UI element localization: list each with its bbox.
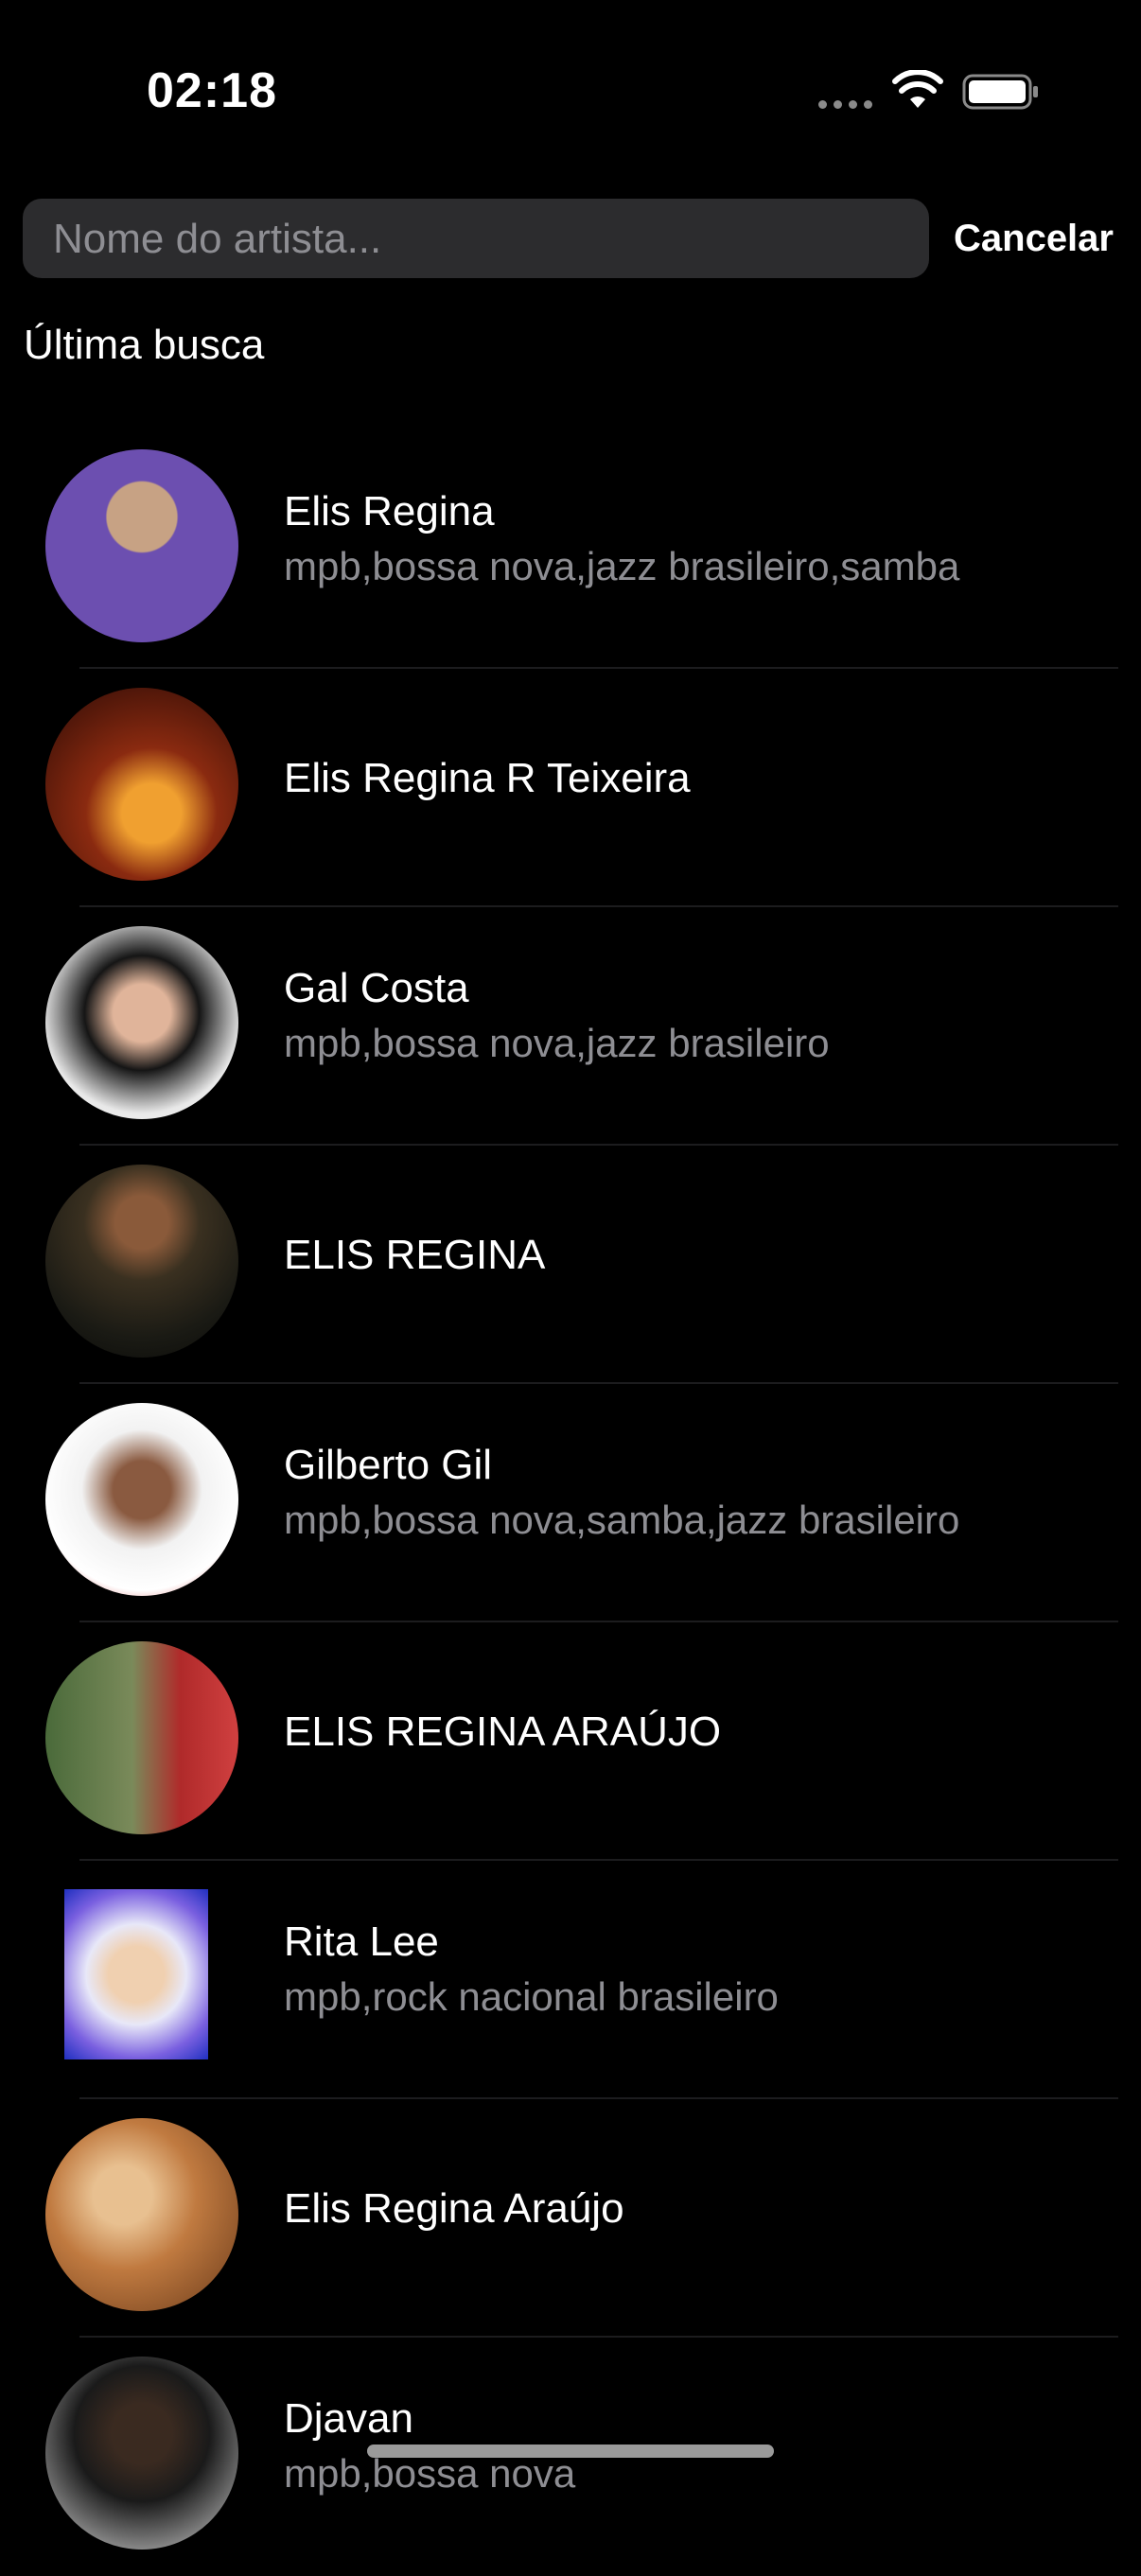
artist-genres: mpb,rock nacional brasileiro [284, 1974, 779, 2019]
artist-avatar [45, 688, 238, 881]
artist-genres: mpb,bossa nova,samba,jazz brasileiro [284, 1498, 960, 1542]
artist-row[interactable]: Elis Regina R Teixeira [0, 669, 1141, 907]
artist-name: Djavan [284, 2395, 413, 2442]
search-field[interactable] [23, 199, 929, 280]
section-title: Última busca [24, 322, 265, 368]
cancel-button[interactable]: Cancelar [954, 210, 1114, 267]
signal-dots-icon [818, 100, 872, 109]
artist-name: Elis Regina R Teixeira [284, 755, 691, 801]
artist-avatar [64, 1889, 208, 2059]
artist-avatar [45, 2357, 238, 2550]
artist-genres: mpb,bossa nova,jazz brasileiro,samba [284, 544, 960, 588]
search-bar: Cancelar [23, 199, 1122, 280]
status-bar: 02:18 [0, 0, 1141, 170]
status-time: 02:18 [147, 63, 277, 118]
battery-icon [962, 74, 1038, 110]
artist-avatar [45, 1403, 238, 1596]
artist-row[interactable]: ELIS REGINA ARAÚJO [0, 1622, 1141, 1861]
artist-avatar [45, 1165, 238, 1358]
artist-avatar [45, 2118, 238, 2311]
artist-row[interactable]: Gilberto Gil mpb,bossa nova,samba,jazz b… [0, 1384, 1141, 1622]
artist-name: Gilberto Gil [284, 1442, 493, 1488]
artist-row[interactable]: Elis Regina Araújo [0, 2099, 1141, 2338]
artist-avatar [45, 449, 238, 642]
artist-row[interactable]: ELIS REGINA [0, 1146, 1141, 1384]
search-input[interactable] [51, 199, 906, 280]
artist-name: Gal Costa [284, 965, 469, 1011]
artist-row[interactable]: Gal Costa mpb,bossa nova,jazz brasileiro [0, 907, 1141, 1146]
artist-name: Elis Regina [284, 488, 495, 534]
artist-name: ELIS REGINA [284, 1232, 546, 1278]
artist-row[interactable]: Rita Lee mpb,rock nacional brasileiro [0, 1861, 1141, 2099]
artist-genres: mpb,bossa nova,jazz brasileiro [284, 1021, 830, 1065]
artist-name: Elis Regina Araújo [284, 2185, 624, 2232]
home-indicator[interactable] [367, 2445, 774, 2458]
artist-avatar [45, 926, 238, 1119]
artist-list: Elis Regina mpb,bossa nova,jazz brasilei… [0, 430, 1141, 2576]
wifi-icon [892, 70, 943, 108]
artist-name: ELIS REGINA ARAÚJO [284, 1709, 722, 1755]
artist-row[interactable]: Elis Regina mpb,bossa nova,jazz brasilei… [0, 430, 1141, 669]
artist-avatar [45, 1641, 238, 1834]
artist-name: Rita Lee [284, 1919, 439, 1965]
